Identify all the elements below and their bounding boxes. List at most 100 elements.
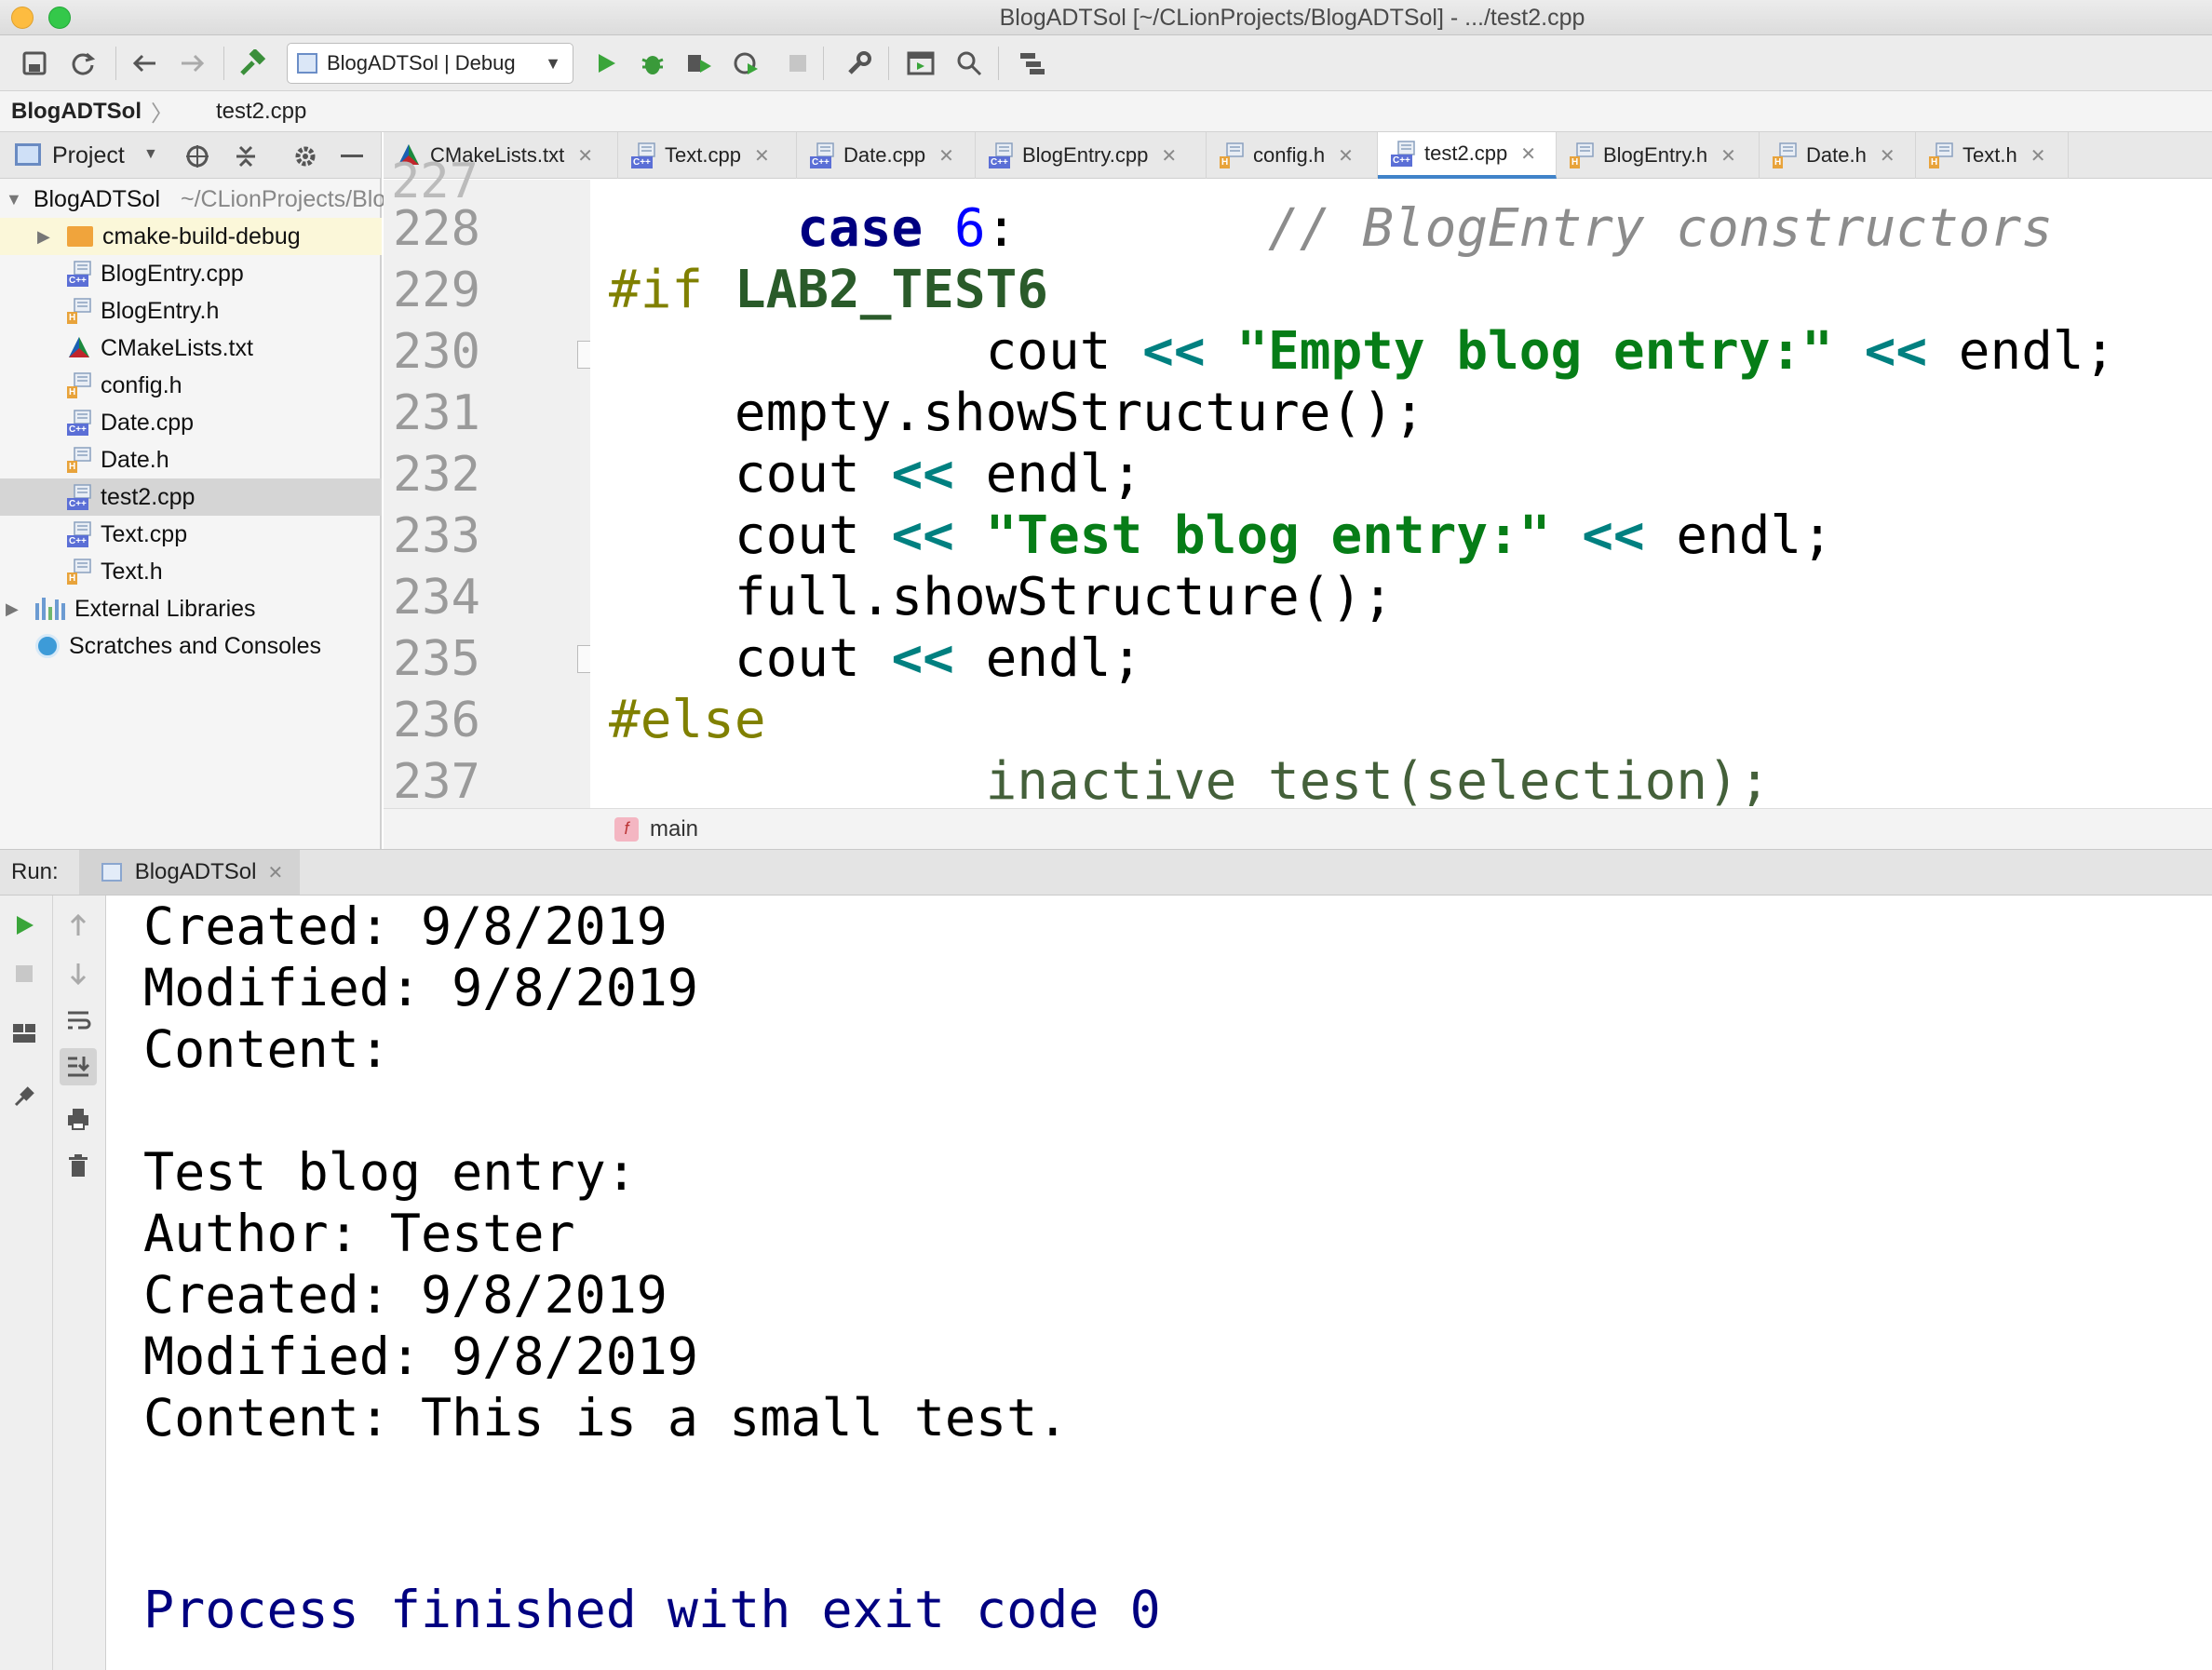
editor-tab-label: Text.cpp — [665, 143, 741, 167]
code-editor[interactable]: case 6: // BlogEntry constructors #if LAB… — [590, 180, 2212, 808]
chevron-down-icon[interactable]: ▼ — [143, 146, 158, 163]
close-icon[interactable]: ✕ — [1338, 144, 1354, 168]
hide-panel-icon[interactable] — [341, 155, 363, 157]
cpp-file-icon: C++ — [989, 142, 1013, 168]
back-arrow-icon[interactable] — [127, 47, 162, 80]
run-label: Run: — [11, 859, 59, 884]
close-icon[interactable]: ✕ — [577, 144, 593, 168]
code-text: endl; — [953, 444, 1143, 505]
run-icon[interactable] — [588, 47, 624, 80]
collapse-all-icon[interactable] — [233, 143, 259, 174]
tree-item[interactable]: H BlogEntry.h — [0, 292, 382, 330]
tree-item[interactable]: C++ test2.cpp — [0, 478, 382, 516]
run-console[interactable]: Created: 9/8/2019 Modified: 9/8/2019 Conte… — [106, 896, 2212, 1670]
forward-arrow-icon[interactable] — [175, 47, 210, 80]
tree-item[interactable]: C++ Date.cpp — [0, 404, 382, 441]
close-icon[interactable]: ✕ — [2030, 144, 2046, 168]
code-operator: << — [1864, 321, 1928, 382]
profile-icon[interactable] — [728, 47, 763, 80]
layout-icon[interactable] — [6, 1015, 43, 1052]
locate-icon[interactable] — [184, 143, 210, 174]
breadcrumb-function[interactable]: main — [650, 816, 698, 842]
stop-icon[interactable] — [6, 955, 43, 992]
line-number: 235 — [393, 631, 480, 687]
code-operator: << — [891, 444, 954, 505]
line-number: 234 — [393, 570, 480, 626]
cpp-file-icon: C++ — [631, 142, 655, 168]
expand-arrow-icon[interactable]: ▶ — [0, 599, 35, 619]
tree-item[interactable]: ▶ cmake-build-debug — [0, 218, 382, 255]
tree-item-label: BlogEntry.h — [101, 297, 220, 324]
line-number: 233 — [393, 508, 480, 564]
cmake-icon — [67, 335, 91, 361]
project-structure-icon[interactable] — [903, 47, 938, 80]
tree-item[interactable]: C++ BlogEntry.cpp — [0, 255, 382, 292]
search-icon[interactable] — [951, 47, 987, 80]
sync-icon[interactable] — [65, 47, 101, 80]
editor-tab[interactable]: C++ Text.cpp ✕ — [618, 132, 797, 179]
cpp-file-icon: C++ — [67, 484, 91, 510]
header-file-icon: H — [67, 447, 91, 473]
tree-item-label: Text.cpp — [101, 520, 188, 547]
editor-tab[interactable]: H Date.h ✕ — [1760, 132, 1916, 179]
function-badge-icon: f — [614, 816, 639, 842]
editor-tab[interactable]: Hconfig.h ✕ — [1207, 132, 1378, 179]
scroll-to-end-icon[interactable] — [60, 1048, 97, 1085]
title-bar: BlogADTSol [~/CLionProjects/BlogADTSol] … — [0, 0, 2212, 35]
settings-wrench-icon[interactable] — [842, 47, 877, 80]
navigation-bar: BlogADTSol 〉 test2.cpp — [0, 91, 2212, 132]
editor-tab[interactable]: H Text.h ✕ — [1916, 132, 2069, 179]
editor-tab[interactable]: C++ Date.cpp ✕ — [797, 132, 976, 179]
run-with-coverage-icon[interactable] — [681, 47, 717, 80]
close-icon[interactable]: ✕ — [1880, 144, 1895, 168]
tree-item[interactable]: Hconfig.h — [0, 367, 382, 404]
code-operator: << — [891, 628, 954, 689]
run-configuration-select[interactable]: BlogADTSol | Debug ▼ — [287, 43, 573, 84]
trash-icon[interactable] — [60, 1147, 97, 1184]
chevron-right-icon: 〉 — [150, 101, 173, 127]
rerun-icon[interactable] — [6, 907, 43, 944]
print-icon[interactable] — [60, 1100, 97, 1138]
tree-external-libraries[interactable]: ▶ External Libraries — [0, 590, 382, 627]
code-text: endl; — [1644, 505, 1833, 566]
project-view-label[interactable]: Project — [52, 142, 125, 169]
console-line: Created: 9/8/2019 — [143, 896, 668, 956]
nav-file[interactable]: test2.cpp — [216, 99, 306, 125]
close-icon[interactable]: ✕ — [1720, 144, 1736, 168]
editor-tab[interactable]: C++ BlogEntry.cpp ✕ — [976, 132, 1207, 179]
line-number: 237 — [393, 754, 480, 810]
editor-tab-label: Date.h — [1806, 143, 1867, 167]
tree-scratches[interactable]: Scratches and Consoles — [0, 627, 382, 665]
save-icon[interactable] — [17, 47, 52, 80]
editor-tab[interactable]: C++ test2.cpp ✕ — [1378, 132, 1557, 179]
tree-item-label: BlogEntry.cpp — [101, 260, 244, 287]
expand-arrow-icon[interactable]: ▼ — [0, 190, 22, 209]
expand-arrow-icon[interactable]: ▶ — [0, 227, 67, 247]
debug-bug-icon[interactable] — [635, 47, 670, 80]
soft-wrap-icon[interactable] — [60, 1002, 97, 1039]
stop-icon[interactable] — [780, 47, 816, 80]
close-icon[interactable]: ✕ — [1161, 144, 1177, 168]
cmake-config-icon — [297, 53, 317, 74]
tree-root[interactable]: ▼ BlogADTSol ~/CLionProjects/BlogADTSol — [0, 181, 479, 218]
close-icon[interactable]: ✕ — [1520, 142, 1536, 166]
nav-project[interactable]: BlogADTSol — [11, 99, 142, 125]
close-icon[interactable]: ✕ — [754, 144, 770, 168]
close-icon[interactable]: ✕ — [267, 861, 283, 884]
tree-item[interactable]: H Text.h — [0, 553, 382, 590]
run-tab[interactable]: BlogADTSol ✕ — [78, 850, 301, 895]
vcs-icon[interactable] — [1015, 47, 1050, 80]
gear-icon[interactable] — [292, 143, 318, 174]
close-icon[interactable]: ✕ — [938, 144, 954, 168]
tree-item[interactable]: C++ Text.cpp — [0, 516, 382, 553]
build-hammer-icon[interactable] — [235, 47, 270, 80]
down-arrow-icon[interactable] — [60, 955, 97, 992]
up-arrow-icon[interactable] — [60, 907, 97, 944]
editor-tab-label: config.h — [1253, 143, 1326, 167]
tree-item[interactable]: H Date.h — [0, 441, 382, 478]
editor-tab[interactable]: H BlogEntry.h ✕ — [1557, 132, 1760, 179]
pin-icon[interactable] — [6, 1078, 43, 1115]
code-line: full.showStructure(); — [609, 567, 1394, 628]
libraries-icon — [35, 598, 65, 620]
tree-item[interactable]: CMakeLists.txt — [0, 330, 382, 367]
